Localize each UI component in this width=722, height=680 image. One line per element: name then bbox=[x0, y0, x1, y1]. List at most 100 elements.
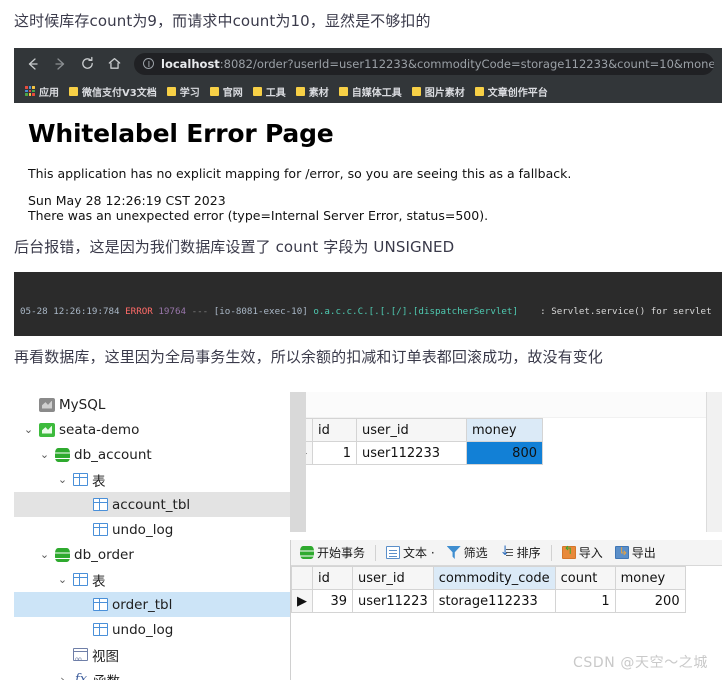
bookmark-item[interactable]: 工具 bbox=[250, 83, 291, 100]
view-icon bbox=[73, 648, 88, 663]
log-message: : Servlet.service() for servlet bbox=[540, 306, 712, 317]
table-row[interactable]: ▶1user112233800 bbox=[291, 441, 543, 465]
toolbar-button-text[interactable]: 文本 · bbox=[381, 543, 440, 562]
tree-item-undo_log[interactable]: ⌄undo_log bbox=[14, 617, 290, 642]
folder-icon bbox=[295, 86, 305, 96]
column-header-user_id[interactable]: user_id bbox=[352, 566, 434, 590]
tree-item-[interactable]: ⌄ 表 bbox=[14, 467, 290, 492]
cell-money[interactable]: 800 bbox=[466, 441, 543, 465]
cell-user_id[interactable]: user11223 bbox=[352, 589, 434, 613]
reload-icon[interactable] bbox=[74, 51, 100, 77]
table-header-row: id user_id commodity_code count money bbox=[291, 566, 686, 590]
cell-id[interactable]: 1 bbox=[312, 441, 357, 465]
bookmark-item[interactable]: 官网 bbox=[207, 83, 248, 100]
toolbar-button-filter[interactable]: 筛选 bbox=[442, 543, 493, 562]
bookmark-item[interactable]: 图片素材 bbox=[409, 83, 470, 100]
bookmarks-bar: 应用 微信支付V3文档 学习 官网 工具 素材 自媒体工具 图片素材 文章创作平台 bbox=[14, 79, 722, 103]
tree-item-account_tbl[interactable]: ⌄account_tbl bbox=[14, 492, 290, 517]
tree-item-label: db_order bbox=[74, 546, 134, 563]
tree-item-seatademo[interactable]: ⌄ seata-demo bbox=[14, 417, 290, 442]
back-arrow-icon[interactable] bbox=[20, 51, 46, 77]
column-header-money[interactable]: money bbox=[614, 566, 686, 590]
table-icon bbox=[93, 498, 108, 511]
apps-grid-icon bbox=[25, 86, 35, 96]
account-grid-toolbar bbox=[291, 392, 722, 418]
database-icon bbox=[55, 547, 70, 562]
bookmark-item[interactable]: 文章创作平台 bbox=[472, 83, 553, 100]
table-icon bbox=[93, 523, 108, 536]
order-table-host: id user_id commodity_code count money ▶ 39 user… bbox=[291, 566, 722, 613]
forward-arrow-icon[interactable] bbox=[47, 51, 73, 77]
tree-item-MySQL[interactable]: ⌄MySQL bbox=[14, 392, 290, 417]
toolbar-button-label: 文本 · bbox=[403, 546, 435, 560]
bookmark-item[interactable]: 学习 bbox=[164, 83, 205, 100]
tree-item-db_order[interactable]: ⌄ db_order bbox=[14, 542, 290, 567]
column-header-id[interactable]: id bbox=[312, 418, 357, 442]
column-header-commodity_code[interactable]: commodity_code bbox=[432, 566, 556, 590]
tree-item-undo_log[interactable]: ⌄undo_log bbox=[14, 517, 290, 542]
tree-item-order_tbl[interactable]: ⌄order_tbl bbox=[14, 592, 290, 617]
toolbar-button-sort[interactable]: 排序 bbox=[495, 543, 546, 562]
tree-item-[interactable]: › fx 函数 bbox=[14, 667, 290, 680]
cell-commodity_code[interactable]: storage112233 bbox=[432, 589, 556, 613]
grid-scrollbar[interactable] bbox=[706, 392, 722, 532]
column-header-user_id[interactable]: user_id bbox=[356, 418, 467, 442]
toolbar-button-import[interactable]: 导入 bbox=[557, 543, 608, 562]
url-host: localhost bbox=[161, 56, 220, 71]
bookmark-label: 自媒体工具 bbox=[351, 87, 402, 99]
toolbar-button-label: 导入 bbox=[578, 546, 603, 560]
begin-transaction-icon bbox=[300, 546, 314, 559]
tree-item-[interactable]: ⌄视图 bbox=[14, 642, 290, 667]
toolbar-button-export[interactable]: 导出 bbox=[610, 543, 661, 562]
folder-icon bbox=[252, 86, 262, 96]
folder-icon bbox=[166, 86, 176, 96]
bookmark-label: 素材 bbox=[308, 87, 329, 99]
error-timestamp: Sun May 28 12:26:19 CST 2023 bbox=[28, 193, 226, 208]
bookmark-item[interactable]: 素材 bbox=[293, 83, 334, 100]
site-info-icon[interactable] bbox=[143, 58, 154, 69]
page-title: Whitelabel Error Page bbox=[28, 119, 334, 148]
table-row[interactable]: ▶ 39 user11223 storage112233 1 200 bbox=[291, 589, 686, 613]
chevron-down-icon[interactable]: ⌄ bbox=[38, 548, 51, 561]
chevron-down-icon[interactable]: ⌄ bbox=[56, 473, 69, 486]
tree-item-db_account[interactable]: ⌄ db_account bbox=[14, 442, 290, 467]
column-header-count[interactable]: count bbox=[554, 566, 616, 590]
bookmark-label: 工具 bbox=[265, 87, 286, 99]
bookmark-item[interactable]: 微信支付V3文档 bbox=[66, 83, 162, 100]
filter-icon bbox=[446, 546, 461, 559]
account-table: iduser_idmoney▶1user112233800 bbox=[291, 418, 543, 465]
cell-id[interactable]: 39 bbox=[312, 589, 353, 613]
cell-user_id[interactable]: user112233 bbox=[356, 441, 467, 465]
table-header-row: id user_id money bbox=[291, 418, 543, 442]
cell-money[interactable]: 200 bbox=[614, 589, 686, 613]
connection-icon bbox=[39, 422, 55, 437]
row-marker-header bbox=[291, 566, 313, 590]
chevron-down-icon[interactable]: ⌄ bbox=[38, 448, 51, 461]
bookmark-label: 文章创作平台 bbox=[487, 87, 548, 99]
log-timestamp: 05-28 12:26:19:784 bbox=[20, 306, 120, 317]
tree-item-label: undo_log bbox=[112, 621, 174, 638]
url-path: :8082/order?userId=user112233&commodityC… bbox=[219, 56, 714, 71]
address-bar[interactable]: localhost:8082/order?userId=user112233&c… bbox=[134, 52, 714, 75]
column-header-id[interactable]: id bbox=[312, 566, 353, 590]
bookmark-label: 微信支付V3文档 bbox=[82, 87, 157, 99]
bookmark-item[interactable]: 应用 bbox=[22, 83, 64, 100]
toolbar-button-label: 排序 bbox=[516, 546, 541, 560]
table-icon bbox=[93, 598, 108, 611]
column-header-money[interactable]: money bbox=[466, 418, 543, 442]
home-icon[interactable] bbox=[101, 51, 127, 77]
tree-item-[interactable]: ⌄ 表 bbox=[14, 567, 290, 592]
folder-icon bbox=[338, 86, 348, 96]
chevron-right-icon[interactable]: › bbox=[56, 673, 69, 680]
log-dashes: --- bbox=[191, 306, 209, 317]
chevron-down-icon[interactable]: ⌄ bbox=[56, 573, 69, 586]
sort-icon bbox=[500, 544, 514, 559]
chevron-down-icon[interactable]: ⌄ bbox=[22, 423, 35, 436]
object-tree[interactable]: ⌄MySQL⌄seata-demo⌄db_account⌄表⌄account_t… bbox=[14, 392, 290, 680]
cell-count[interactable]: 1 bbox=[554, 589, 616, 613]
log-thread: [io-8081-exec-10] bbox=[213, 306, 308, 317]
folder-icon bbox=[411, 86, 421, 96]
toolbar-button-begin-transaction[interactable]: 开始事务 bbox=[295, 543, 370, 562]
narrative-text-1: 这时候库存count为9，而请求中count为10，显然是不够扣的 bbox=[14, 12, 431, 30]
bookmark-item[interactable]: 自媒体工具 bbox=[336, 83, 407, 100]
